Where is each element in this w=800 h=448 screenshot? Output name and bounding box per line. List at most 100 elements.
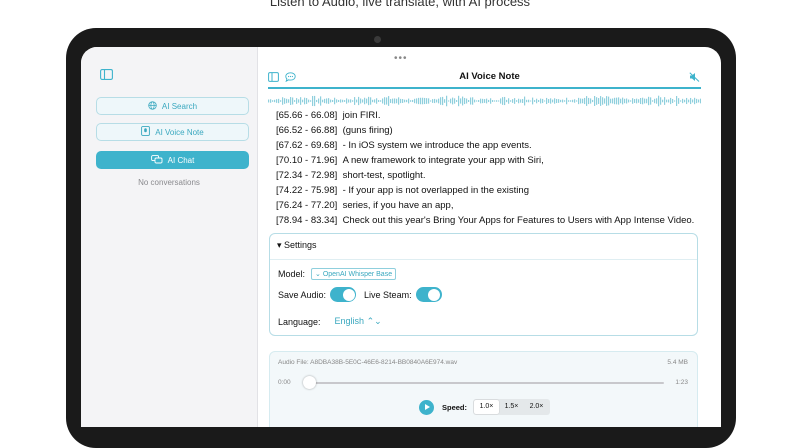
waveform-bar [546, 97, 548, 105]
transcript-time: [78.94 - 83.34] [276, 215, 338, 226]
waveform-bar [676, 96, 678, 106]
waveform-bar [280, 100, 282, 102]
transcript-line: [67.62 - 69.68] - In iOS system we intro… [276, 138, 706, 153]
waveform-bar [602, 97, 604, 105]
waveform-bar [542, 98, 544, 104]
waveform-bar [328, 98, 330, 104]
waveform-bar [430, 100, 432, 102]
waveform-bar [450, 98, 452, 104]
waveform-bar [572, 99, 574, 103]
waveform-bar [350, 99, 352, 103]
transcript-time: [70.10 - 71.96] [276, 155, 338, 166]
sidebar-icon[interactable] [100, 67, 113, 85]
language-label: Language: [278, 316, 321, 327]
waveform-bar [524, 96, 526, 106]
waveform-bar [310, 100, 312, 102]
waveform-bar [490, 98, 492, 104]
save-audio-toggle[interactable] [330, 287, 357, 302]
language-picker[interactable]: English ⌃⌄ [335, 316, 382, 327]
waveform-bar [466, 98, 468, 104]
live-steam-toggle[interactable] [415, 287, 442, 302]
waveform-bar [308, 99, 310, 103]
waveform-bar [276, 99, 278, 103]
speed-2x-button[interactable]: 2.0× [524, 400, 549, 414]
page-title: AI Voice Note [459, 71, 520, 82]
waveform-bar [670, 97, 672, 105]
waveform-bar [380, 100, 382, 102]
waveform-bar [364, 97, 366, 105]
transcript-text: series, if you have an app, [342, 200, 454, 211]
waveform-bar [356, 99, 358, 103]
waveform-bar [272, 100, 274, 102]
waveform-bar [302, 99, 304, 103]
transcript-time: [76.24 - 77.20] [276, 200, 338, 211]
waveform-bar [506, 99, 508, 103]
settings-disclosure[interactable]: ▾ Settings [277, 240, 317, 251]
waveform-bar [606, 96, 608, 106]
waveform-bar [688, 99, 690, 103]
play-icon[interactable] [419, 400, 434, 415]
speaker-muted-icon[interactable] [689, 69, 700, 87]
waveform-bar [366, 98, 368, 104]
waveform-bar [456, 100, 458, 102]
waveform-bar [472, 97, 474, 105]
waveform-bar [630, 100, 632, 102]
sidebar-item-ai-search[interactable]: AI Search [96, 97, 249, 115]
waveform-bar [496, 100, 498, 102]
waveform-bar [318, 98, 320, 104]
waveform-bar [352, 100, 354, 102]
transcript-text: - In iOS system we introduce the app eve… [342, 140, 532, 151]
model-picker[interactable]: ⌄ OpenAI Whisper Base [311, 268, 397, 280]
waveform-bar [700, 98, 701, 104]
waveform-bar [438, 98, 440, 104]
waveform-bar [426, 98, 428, 104]
waveform-bar [654, 98, 656, 104]
waveform-bar [410, 100, 412, 102]
waveform-bar [408, 98, 410, 104]
waveform-bar [512, 99, 514, 103]
waveform-bar [294, 100, 296, 102]
waveform-bar [478, 100, 480, 102]
waveform-bar [594, 96, 596, 106]
transcript-time: [65.66 - 66.08] [276, 110, 338, 121]
sidebar: AI Search AI Voice Note AI Chat No conve… [81, 47, 258, 427]
waveform-bar [358, 96, 360, 106]
transcript-text: short-test, spotlight. [342, 170, 426, 181]
waveform-bar [682, 98, 684, 104]
settings-panel: ▾ Settings Model: ⌄ OpenAI Whisper Base … [269, 233, 698, 336]
waveform-bar [498, 100, 500, 102]
playback-scrubber[interactable] [303, 376, 316, 389]
voice-note-icon [141, 126, 151, 138]
waveform-bar [464, 97, 466, 105]
model-label: Model: [278, 269, 306, 279]
sidebar-item-label: AI Chat [167, 155, 195, 165]
waveform-bar [414, 98, 416, 104]
sidebar-item-ai-chat[interactable]: AI Chat [96, 151, 249, 169]
transcript-time: [66.52 - 66.88] [276, 125, 338, 136]
waveform-bar [382, 98, 384, 104]
waveform-bar [576, 100, 578, 102]
waveform-bar [558, 99, 560, 103]
sidebar-item-ai-voice-note[interactable]: AI Voice Note [96, 123, 249, 141]
waveform-bar [600, 96, 602, 106]
waveform-bar [322, 99, 324, 103]
waveform-bar [656, 98, 658, 104]
waveform-bar [388, 96, 390, 106]
waveform-bar [476, 100, 478, 102]
waveform-bar [330, 99, 332, 103]
waveform-bar [400, 98, 402, 104]
save-audio-label: Save Audio: [278, 289, 327, 300]
waveform-bar [268, 99, 270, 103]
playback-track[interactable] [304, 382, 664, 384]
language-row: Language: English ⌃⌄ [278, 316, 382, 327]
audio-waveform [268, 95, 701, 107]
waveform-bar [386, 97, 388, 105]
waveform-bar [488, 99, 490, 103]
transcript-text: Check out this year's Bring Your Apps fo… [342, 215, 695, 226]
speed-1x-button[interactable]: 1.0× [474, 400, 499, 414]
waveform-bar [680, 100, 682, 102]
waveform-bar [590, 98, 592, 104]
waveform-bar [652, 100, 654, 102]
waveform-bar [422, 97, 424, 105]
speed-1-5x-button[interactable]: 1.5× [499, 400, 524, 414]
